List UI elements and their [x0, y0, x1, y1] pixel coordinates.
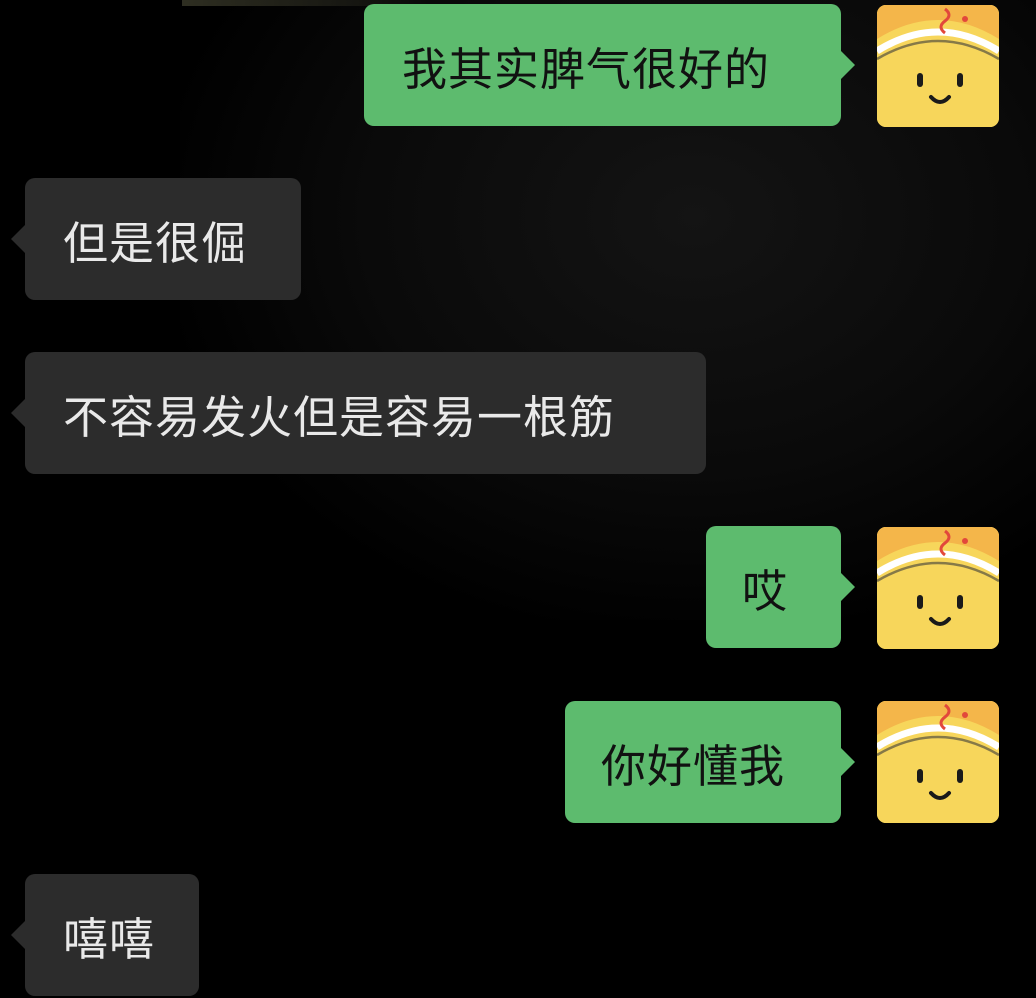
message-bubble-outgoing[interactable]: 哎 — [706, 526, 855, 648]
message-bubble-incoming[interactable]: 嘻嘻 — [11, 874, 199, 996]
smiley-face-icon — [877, 5, 999, 127]
smiley-face-icon — [877, 527, 999, 649]
smiley-face-icon — [877, 701, 999, 823]
message-text: 你好懂我 — [601, 739, 786, 793]
message-bubble-incoming[interactable]: 但是很倔 — [11, 178, 301, 300]
user-avatar-icon[interactable] — [877, 701, 999, 823]
user-avatar-icon[interactable] — [877, 527, 999, 649]
message-bubble-incoming[interactable]: 不容易发火但是容易一根筋 — [11, 352, 706, 474]
message-text: 嘻嘻 — [63, 912, 156, 966]
message-bubble-outgoing[interactable]: 我其实脾气很好的 — [364, 4, 855, 126]
message-text: 哎 — [742, 564, 789, 618]
message-text: 但是很倔 — [63, 216, 248, 270]
user-avatar-icon[interactable] — [877, 5, 999, 127]
message-bubble-outgoing[interactable]: 你好懂我 — [565, 701, 855, 823]
message-text: 我其实脾气很好的 — [402, 42, 771, 96]
message-text: 不容易发火但是容易一根筋 — [63, 390, 616, 444]
